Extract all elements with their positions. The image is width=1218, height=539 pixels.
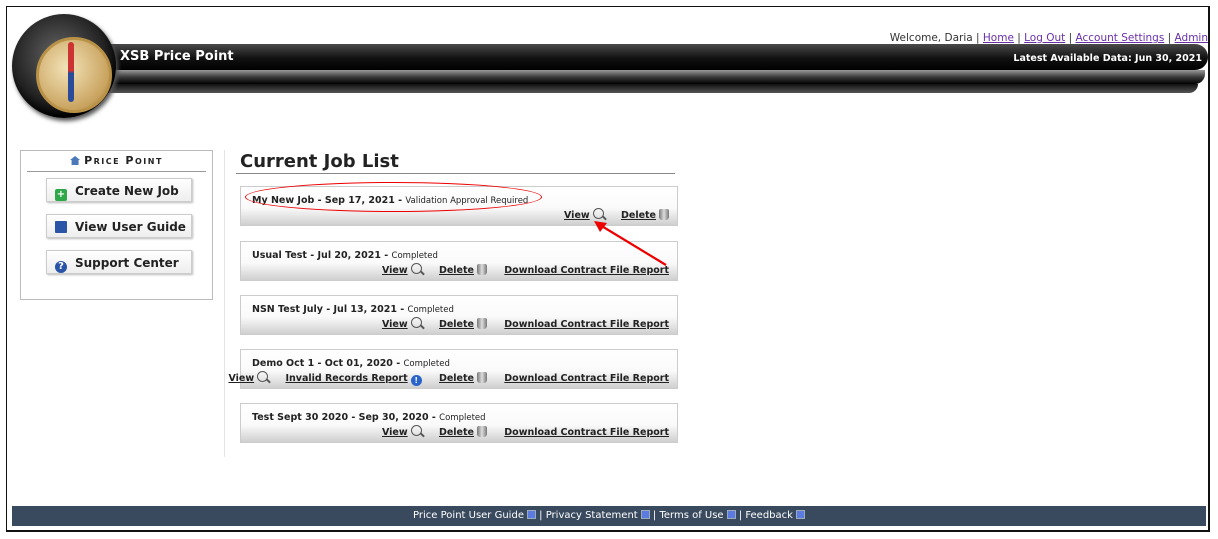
invalid-records-report-link[interactable]: Invalid Records Report! bbox=[285, 373, 422, 386]
job-status: Completed bbox=[407, 305, 454, 315]
view-link[interactable]: View bbox=[228, 371, 269, 384]
sidebar-heading-text: Price Point bbox=[84, 154, 163, 167]
help-icon: ? bbox=[55, 261, 67, 273]
job-name: NSN Test July - Jul 13, 2021 - Completed bbox=[252, 304, 454, 315]
arrow-head bbox=[594, 221, 607, 232]
arrow-shaft bbox=[599, 224, 667, 266]
footer-terms-link[interactable]: Terms of Use bbox=[659, 510, 723, 521]
compass-needle-icon bbox=[68, 42, 74, 102]
download-report-link[interactable]: Download Contract File Report bbox=[504, 373, 669, 384]
plus-icon: + bbox=[55, 189, 67, 201]
view-user-guide-button[interactable]: View User Guide bbox=[46, 214, 192, 238]
job-name: Usual Test - Jul 20, 2021 - Completed bbox=[252, 250, 438, 261]
job-name: Test Sept 30 2020 - Sep 30, 2020 - Compl… bbox=[252, 412, 486, 423]
welcome-text: Welcome, Daria bbox=[889, 32, 973, 44]
delete-link[interactable]: Delete bbox=[438, 264, 487, 276]
welcome-bar: Welcome, Daria | Home | Log Out | Accoun… bbox=[889, 32, 1208, 44]
view-label: View bbox=[381, 319, 408, 330]
view-label: View bbox=[228, 373, 255, 384]
delete-link[interactable]: Delete bbox=[438, 318, 487, 330]
delete-label: Delete bbox=[438, 265, 474, 276]
external-link-icon bbox=[526, 510, 536, 519]
view-link[interactable]: View bbox=[381, 263, 422, 276]
job-item: NSN Test July - Jul 13, 2021 - Completed… bbox=[240, 295, 678, 335]
annotation-arrow bbox=[594, 221, 667, 266]
delete-label: Delete bbox=[438, 427, 474, 438]
job-actions: View Delete Download Contract File Repor… bbox=[368, 425, 669, 438]
admin-link[interactable]: Admin bbox=[1175, 32, 1208, 44]
view-user-guide-label: View User Guide bbox=[75, 220, 186, 234]
account-settings-link[interactable]: Account Settings bbox=[1076, 32, 1165, 44]
sidebar: Price Point + Create New Job View User Gu… bbox=[20, 150, 213, 300]
home-icon bbox=[70, 156, 81, 165]
external-link-icon bbox=[726, 510, 736, 519]
delete-label: Delete bbox=[438, 373, 474, 384]
trash-icon bbox=[476, 372, 487, 383]
content-divider bbox=[224, 150, 225, 457]
job-item: Test Sept 30 2020 - Sep 30, 2020 - Compl… bbox=[240, 403, 678, 443]
footer: Price Point User Guide | Privacy Stateme… bbox=[12, 506, 1206, 526]
external-link-icon bbox=[795, 510, 805, 519]
job-title: Test Sept 30 2020 - Sep 30, 2020 bbox=[252, 412, 429, 423]
view-label: View bbox=[381, 427, 408, 438]
trash-icon bbox=[476, 426, 487, 437]
magnifier-icon bbox=[410, 425, 422, 436]
magnifier-icon bbox=[410, 317, 422, 328]
book-icon bbox=[55, 221, 67, 233]
view-label: View bbox=[381, 265, 408, 276]
download-report-link[interactable]: Download Contract File Report bbox=[504, 427, 669, 438]
home-link[interactable]: Home bbox=[983, 32, 1014, 44]
title-underline bbox=[236, 173, 675, 174]
highlight-oval bbox=[245, 182, 542, 212]
job-actions: View Invalid Records Report! Delete Down… bbox=[214, 371, 669, 386]
job-name: Demo Oct 1 - Oct 01, 2020 - Completed bbox=[252, 358, 450, 369]
info-icon: ! bbox=[410, 375, 422, 386]
latest-data: Latest Available Data: Jun 30, 2021 bbox=[1013, 53, 1202, 64]
delete-link[interactable]: Delete bbox=[438, 426, 487, 438]
compass-logo bbox=[12, 14, 116, 118]
external-link-icon bbox=[640, 510, 650, 519]
footer-privacy-link[interactable]: Privacy Statement bbox=[546, 510, 638, 521]
view-label: View bbox=[564, 210, 590, 221]
compass-icon bbox=[36, 37, 112, 113]
sidebar-divider bbox=[27, 171, 206, 172]
create-new-job-button[interactable]: + Create New Job bbox=[46, 178, 192, 202]
invalid-records-label: Invalid Records Report bbox=[285, 373, 408, 384]
sidebar-heading: Price Point bbox=[21, 154, 212, 167]
logout-link[interactable]: Log Out bbox=[1024, 32, 1065, 44]
job-title: Usual Test - Jul 20, 2021 bbox=[252, 250, 381, 261]
create-new-job-label: Create New Job bbox=[75, 184, 179, 198]
support-center-label: Support Center bbox=[75, 256, 179, 270]
header-bar-shadow bbox=[108, 84, 1198, 93]
trash-icon bbox=[476, 318, 487, 329]
app-title: XSB Price Point bbox=[120, 49, 234, 64]
job-title: Demo Oct 1 - Oct 01, 2020 bbox=[252, 358, 393, 369]
magnifier-icon bbox=[410, 263, 422, 274]
view-link[interactable]: View bbox=[381, 317, 422, 330]
job-status: Completed bbox=[439, 413, 486, 423]
job-status: Completed bbox=[403, 359, 450, 369]
job-status: Completed bbox=[391, 251, 438, 261]
job-item: Demo Oct 1 - Oct 01, 2020 - Completed Vi… bbox=[228, 349, 678, 389]
support-center-button[interactable]: ? Support Center bbox=[46, 250, 192, 274]
trash-icon bbox=[476, 264, 487, 275]
footer-feedback-link[interactable]: Feedback bbox=[745, 510, 793, 521]
delete-label: Delete bbox=[438, 319, 474, 330]
footer-user-guide-link[interactable]: Price Point User Guide bbox=[413, 510, 524, 521]
magnifier-icon bbox=[257, 371, 269, 382]
download-report-link[interactable]: Download Contract File Report bbox=[504, 319, 669, 330]
delete-link[interactable]: Delete bbox=[438, 372, 487, 384]
job-actions: View Delete Download Contract File Repor… bbox=[368, 317, 669, 330]
page-title: Current Job List bbox=[240, 151, 399, 172]
view-link[interactable]: View bbox=[381, 425, 422, 438]
job-title: NSN Test July - Jul 13, 2021 bbox=[252, 304, 397, 315]
header-bar-lower bbox=[95, 70, 1205, 84]
